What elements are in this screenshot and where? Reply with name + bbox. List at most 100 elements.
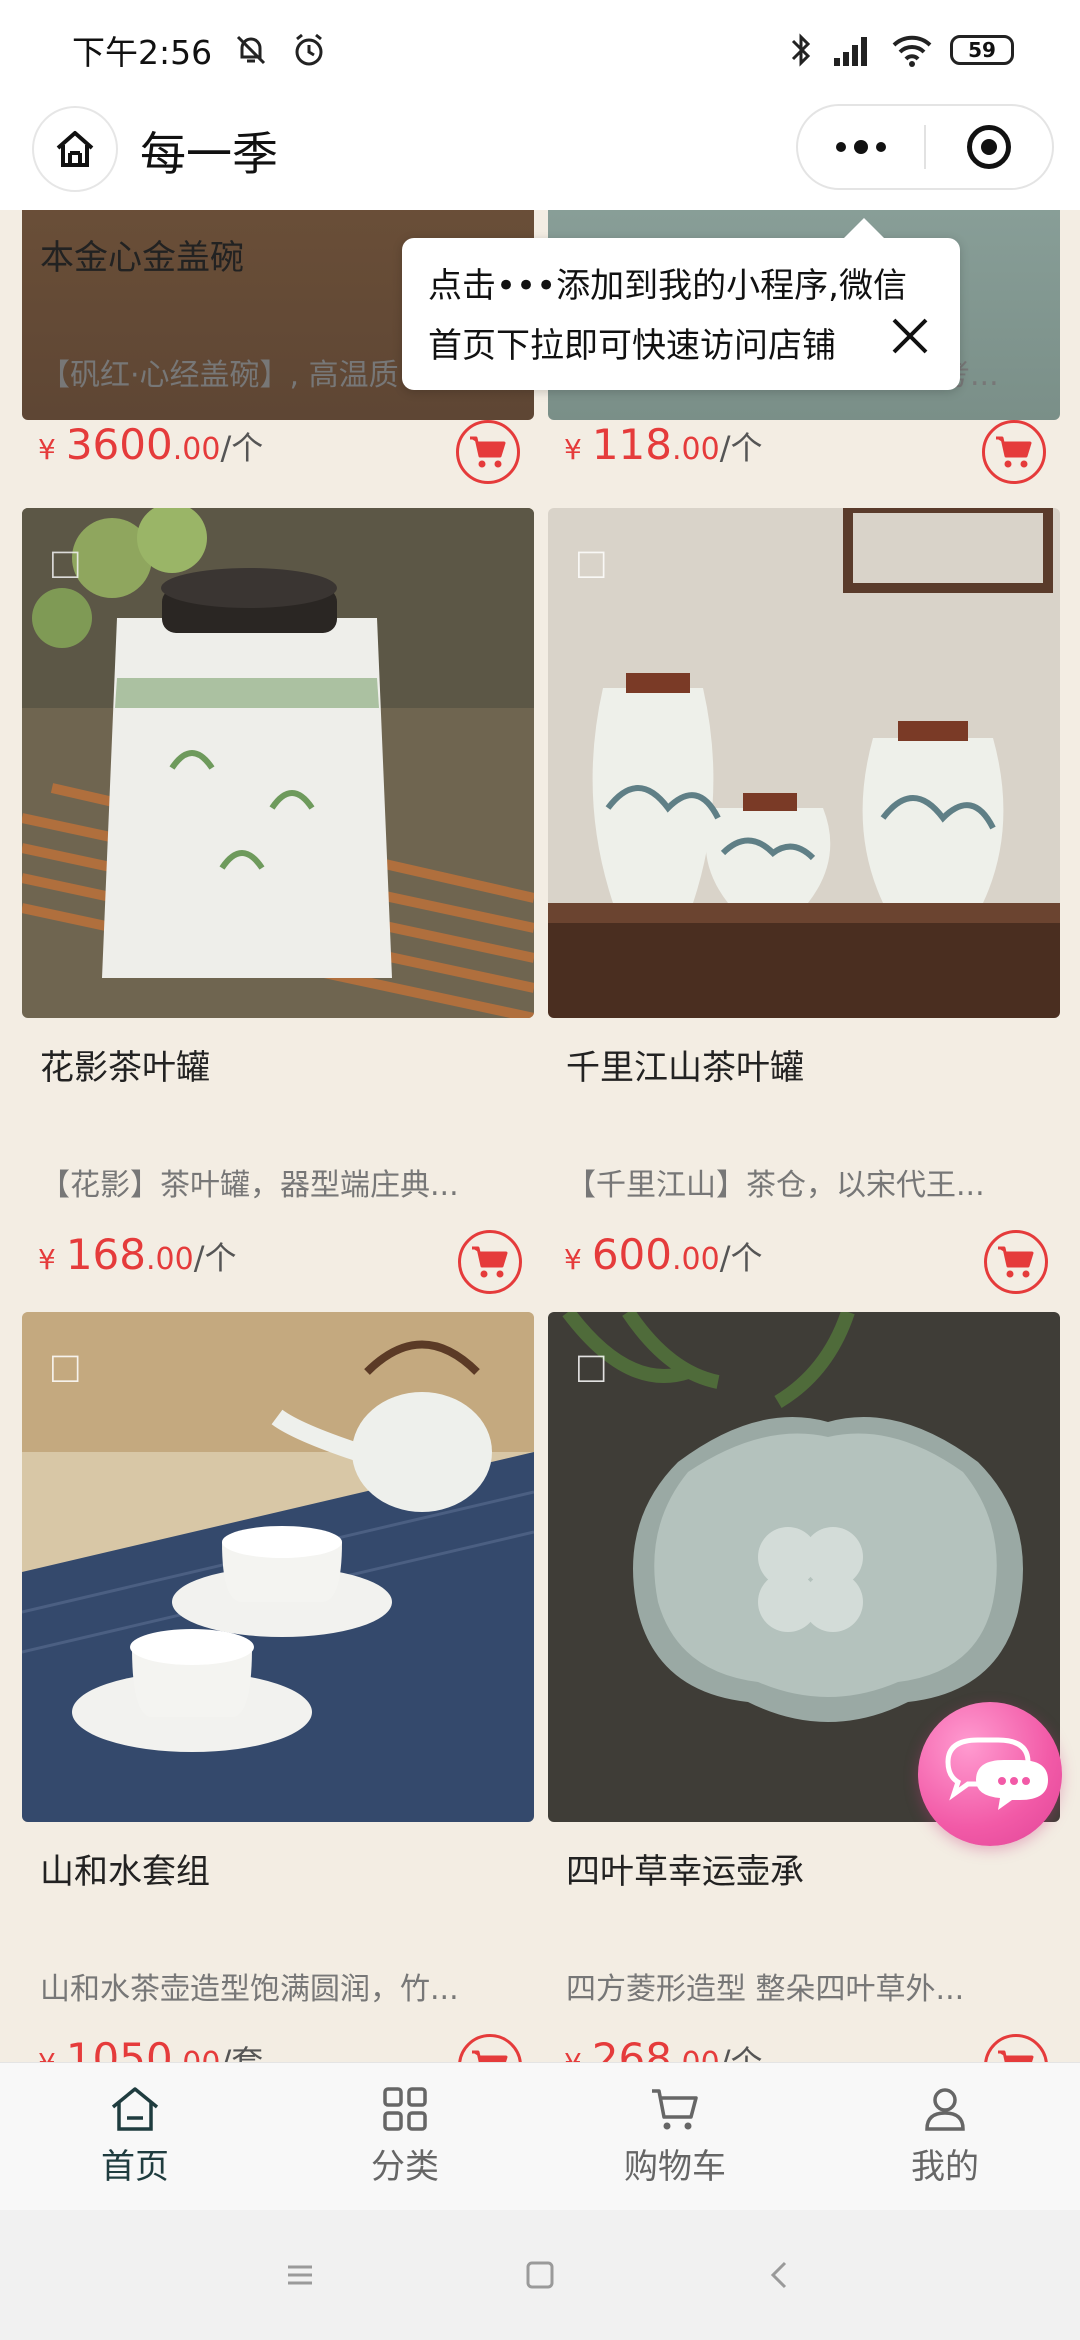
grid-icon	[383, 2087, 427, 2131]
add-to-cart-button[interactable]	[982, 420, 1046, 484]
mini-program-header: 每一季	[0, 100, 1080, 210]
tab-category[interactable]: 分类	[270, 2063, 540, 2210]
more-dots-icon	[836, 140, 886, 154]
tab-label: 我的	[911, 2147, 979, 2187]
cart-icon	[472, 2050, 508, 2062]
tea-jars-image: □	[548, 508, 1060, 1018]
home-square-icon[interactable]	[520, 2255, 560, 2295]
tooltip-line-2: 首页下拉即可快速访问店铺	[428, 326, 836, 366]
capsule-menu	[796, 104, 1054, 190]
price-currency: ¥	[38, 1243, 56, 1276]
price-unit: /个	[719, 1239, 763, 1277]
system-nav-bar	[0, 2210, 1080, 2340]
tooltip-line-1: 点击•••添加到我的小程序,微信	[428, 266, 907, 306]
product-price: ¥ 118 .00 /个	[564, 420, 763, 469]
price-currency: ¥	[38, 2047, 56, 2062]
tab-label: 分类	[371, 2147, 439, 2187]
cart-icon	[996, 436, 1032, 468]
cart-icon	[998, 2050, 1034, 2062]
product-desc: 【矾红·心经盖碗】, 高温质	[40, 358, 399, 393]
target-icon	[967, 125, 1011, 169]
tab-label: 购物车	[624, 2147, 726, 2187]
status-right: 59	[788, 32, 1014, 68]
add-to-cart-button[interactable]	[456, 420, 520, 484]
add-to-cart-button[interactable]	[984, 2034, 1048, 2062]
price-decimal: .00	[172, 432, 221, 467]
price-currency: ¥	[564, 2047, 582, 2062]
battery-icon: 59	[950, 35, 1014, 65]
customer-service-chat-button[interactable]	[918, 1702, 1062, 1846]
product-name: 本金心金盖碗	[40, 238, 244, 278]
price-integer: 268	[591, 2034, 672, 2062]
price-decimal: .00	[146, 1242, 194, 1277]
add-to-cart-button[interactable]	[458, 2034, 522, 2062]
product-card[interactable]: □ 花影茶叶罐 【花影】茶叶罐，器型端庄典... ¥ 168 .00 /个	[22, 508, 534, 1294]
price-unit: /套	[220, 2043, 264, 2062]
back-icon[interactable]	[760, 2255, 800, 2295]
status-bar: 下午2:56 59	[0, 0, 1080, 100]
product-image: □	[22, 508, 534, 1018]
page-title: 每一季	[140, 127, 278, 181]
price-decimal: .00	[672, 1242, 720, 1277]
user-icon	[925, 2088, 965, 2131]
tea-caddy-image: □	[22, 508, 534, 1018]
more-menu-button[interactable]	[798, 106, 924, 188]
product-desc: 【千里江山】茶仓，以宋代王...	[566, 1168, 985, 1203]
status-left: 下午2:56	[72, 26, 328, 74]
cart-icon	[998, 1246, 1034, 1278]
product-price: ¥ 168 .00 /个	[38, 1230, 237, 1279]
add-to-cart-button[interactable]	[984, 1230, 1048, 1294]
price-integer: 1050	[65, 2034, 173, 2062]
close-icon[interactable]	[888, 314, 932, 358]
svg-text:□: □	[52, 1343, 79, 1392]
bluetooth-icon	[791, 33, 811, 67]
product-card[interactable]: □ 千里江山茶叶罐 【千里江山】茶仓，以宋代王... ¥ 600 .00 /个	[548, 508, 1060, 1294]
price-currency: ¥	[564, 433, 582, 466]
product-name: 四叶草幸运壶承	[566, 1852, 804, 1892]
price-decimal: .00	[672, 432, 720, 467]
product-price: ¥ 600 .00 /个	[564, 1230, 763, 1279]
tab-me[interactable]: 我的	[810, 2063, 1080, 2210]
svg-text:□: □	[578, 539, 605, 588]
svg-text:□: □	[578, 1343, 605, 1392]
signal-icon	[834, 37, 867, 66]
tab-label: 首页	[101, 2147, 169, 2187]
home-button[interactable]	[32, 106, 118, 192]
alarm-icon	[295, 33, 323, 66]
teapot-set-image: □	[22, 1312, 534, 1822]
home-icon	[111, 2087, 159, 2131]
battery-level: 59	[968, 38, 996, 62]
cart-icon	[472, 1246, 508, 1278]
status-time: 下午2:56	[72, 33, 213, 72]
tab-cart[interactable]: 购物车	[540, 2063, 810, 2210]
product-desc: 【花影】茶叶罐，器型端庄典...	[40, 1168, 459, 1203]
price-integer: 3600	[65, 420, 173, 469]
price-currency: ¥	[564, 1243, 582, 1276]
tab-home[interactable]: 首页	[0, 2063, 270, 2210]
product-price: ¥ 3600 .00 /个	[38, 420, 263, 469]
price-unit: /个	[220, 429, 264, 467]
add-to-my-mini-programs-tooltip: 点击•••添加到我的小程序,微信 首页下拉即可快速访问店铺	[402, 218, 960, 390]
product-image: □	[548, 508, 1060, 1018]
price-unit: /个	[193, 1239, 237, 1277]
close-mini-program-button[interactable]	[926, 106, 1052, 188]
product-name: 山和水套组	[40, 1852, 210, 1892]
price-decimal: .00	[672, 2046, 720, 2062]
bottom-tab-bar: 首页 分类 购物车 我的	[0, 2062, 1080, 2210]
product-price: ¥ 1050 .00 /套	[38, 2034, 263, 2062]
product-image: □	[22, 1312, 534, 1822]
product-name: 花影茶叶罐	[40, 1048, 210, 1088]
svg-text:□: □	[52, 539, 79, 588]
add-to-cart-button[interactable]	[458, 1230, 522, 1294]
cart-icon	[470, 436, 506, 468]
wifi-icon	[892, 35, 932, 67]
price-unit: /个	[719, 2043, 763, 2062]
menu-icon[interactable]	[280, 2255, 320, 2295]
price-integer: 600	[591, 1230, 672, 1279]
mute-bell-icon	[237, 35, 266, 65]
product-card[interactable]: □ 山和水套组 山和水茶壶造型饱满圆润，竹... ¥ 1050 .00 /套	[22, 1312, 534, 2062]
price-integer: 118	[591, 420, 672, 469]
price-decimal: .00	[173, 2046, 221, 2062]
price-integer: 168	[65, 1230, 146, 1279]
chat-bubble-icon	[945, 1737, 1048, 1810]
